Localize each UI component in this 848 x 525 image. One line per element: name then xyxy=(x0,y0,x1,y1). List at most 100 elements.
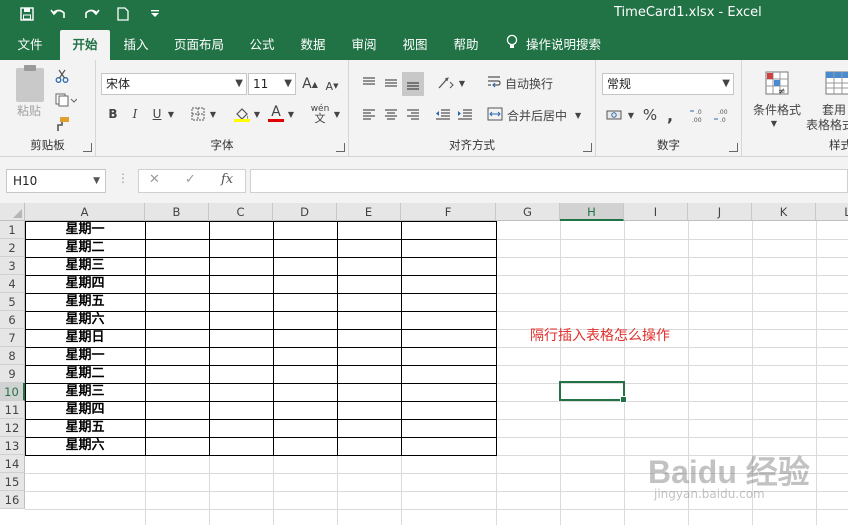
tab-review[interactable]: 审阅 xyxy=(346,30,382,60)
column-header-i[interactable]: I xyxy=(624,203,688,221)
tab-home[interactable]: 开始 xyxy=(60,30,110,60)
decrease-indent-icon[interactable] xyxy=(433,104,453,126)
worksheet-grid[interactable]: A B C D E F G H I J K L 1 2 3 4 5 6 7 8 … xyxy=(0,203,848,525)
tab-view[interactable]: 视图 xyxy=(397,30,433,60)
cancel-icon[interactable]: ✕ xyxy=(149,172,160,187)
cell-a12[interactable]: 星期五 xyxy=(25,419,145,437)
borders-icon[interactable] xyxy=(188,104,208,124)
row-header-selected[interactable]: 10 xyxy=(0,383,25,401)
align-left-icon[interactable] xyxy=(359,104,379,126)
font-launcher-icon[interactable] xyxy=(336,143,345,152)
row-header[interactable]: 5 xyxy=(0,293,25,311)
tab-data[interactable]: 数据 xyxy=(295,30,331,60)
accounting-dropdown-icon[interactable]: ▼ xyxy=(626,104,636,126)
cell-a3[interactable]: 星期三 xyxy=(25,257,145,275)
column-header-c[interactable]: C xyxy=(209,203,273,221)
redo-icon[interactable] xyxy=(82,4,100,24)
column-header-b[interactable]: B xyxy=(145,203,209,221)
underline-button[interactable]: U xyxy=(148,104,166,124)
column-header-j[interactable]: J xyxy=(688,203,752,221)
row-header[interactable]: 1 xyxy=(0,221,25,239)
selected-cell-h10[interactable] xyxy=(559,381,627,403)
formula-input[interactable] xyxy=(250,169,848,193)
number-format-select[interactable]: 常规 ▼ xyxy=(602,73,734,95)
column-header-l[interactable]: L xyxy=(816,203,848,221)
row-header[interactable]: 11 xyxy=(0,401,25,419)
cell-a1[interactable]: 星期一 xyxy=(25,221,145,239)
column-header-d[interactable]: D xyxy=(273,203,337,221)
column-header-f[interactable]: F xyxy=(401,203,496,221)
align-bottom-icon[interactable] xyxy=(402,72,424,96)
row-header[interactable]: 13 xyxy=(0,437,25,455)
borders-dropdown-icon[interactable]: ▼ xyxy=(208,104,218,124)
format-as-table-label-2[interactable]: 表格格式 xyxy=(806,116,848,132)
increase-indent-icon[interactable] xyxy=(455,104,475,126)
cell-a5[interactable]: 星期五 xyxy=(25,293,145,311)
undo-icon[interactable] xyxy=(50,4,68,24)
format-painter-icon[interactable] xyxy=(52,114,72,134)
customize-icon[interactable] xyxy=(146,4,164,24)
cell-a13[interactable]: 星期六 xyxy=(25,437,145,455)
cell-a4[interactable]: 星期四 xyxy=(25,275,145,293)
tab-formulas[interactable]: 公式 xyxy=(244,30,280,60)
orientation-dropdown-icon[interactable]: ▼ xyxy=(457,72,467,94)
name-box[interactable]: H10 ▼ xyxy=(6,169,106,193)
paste-icon[interactable] xyxy=(16,65,44,102)
cut-icon[interactable] xyxy=(52,66,72,86)
merge-center-button[interactable]: 合并后居中 ▼ xyxy=(487,104,587,126)
merge-dropdown-icon[interactable]: ▼ xyxy=(575,111,581,120)
column-header-e[interactable]: E xyxy=(337,203,401,221)
column-header-g[interactable]: G xyxy=(496,203,560,221)
column-header-k[interactable]: K xyxy=(752,203,816,221)
conditional-dropdown-icon[interactable]: ▼ xyxy=(768,116,780,130)
select-all-button[interactable] xyxy=(0,203,25,221)
row-header[interactable]: 16 xyxy=(0,491,25,509)
decrease-decimal-icon[interactable]: .00.0 xyxy=(712,104,734,126)
comma-button[interactable]: , xyxy=(662,104,678,126)
align-right-icon[interactable] xyxy=(403,104,423,126)
fill-color-dropdown-icon[interactable]: ▼ xyxy=(252,104,262,124)
alignment-launcher-icon[interactable] xyxy=(583,143,592,152)
align-center-icon[interactable] xyxy=(381,104,401,126)
formula-bar-grip-icon[interactable]: ⋮ xyxy=(117,171,129,185)
phonetic-guide-button[interactable]: wén 文 xyxy=(308,102,332,124)
tell-me-search[interactable]: 操作说明搜索 xyxy=(506,30,601,60)
cell-a9[interactable]: 星期二 xyxy=(25,365,145,383)
font-name-select[interactable]: 宋体 ▼ xyxy=(101,73,247,95)
percent-button[interactable]: % xyxy=(640,104,660,126)
tab-file[interactable]: 文件 xyxy=(14,30,46,60)
cell-a11[interactable]: 星期四 xyxy=(25,401,145,419)
row-header[interactable]: 7 xyxy=(0,329,25,347)
new-icon[interactable] xyxy=(114,4,132,24)
insert-function-button[interactable]: fx xyxy=(221,172,233,187)
cell-a10[interactable]: 星期三 xyxy=(25,383,145,401)
align-top-icon[interactable] xyxy=(359,72,379,94)
copy-icon[interactable] xyxy=(52,90,80,110)
accounting-format-icon[interactable] xyxy=(604,104,626,126)
format-as-table-icon[interactable] xyxy=(820,68,848,100)
clipboard-launcher-icon[interactable] xyxy=(83,143,92,152)
bold-button[interactable]: B xyxy=(104,104,122,124)
conditional-formatting-icon[interactable]: ≠ xyxy=(760,68,794,100)
row-header[interactable]: 6 xyxy=(0,311,25,329)
cell-a8[interactable]: 星期一 xyxy=(25,347,145,365)
font-color-dropdown-icon[interactable]: ▼ xyxy=(286,104,296,124)
row-header[interactable]: 2 xyxy=(0,239,25,257)
row-header[interactable]: 15 xyxy=(0,473,25,491)
underline-dropdown-icon[interactable]: ▼ xyxy=(166,104,176,124)
cell-a2[interactable]: 星期二 xyxy=(25,239,145,257)
wrap-text-button[interactable]: 自动换行 xyxy=(487,72,587,94)
row-header[interactable]: 3 xyxy=(0,257,25,275)
number-launcher-icon[interactable] xyxy=(729,143,738,152)
row-header[interactable]: 9 xyxy=(0,365,25,383)
row-header[interactable]: 8 xyxy=(0,347,25,365)
row-header[interactable]: 14 xyxy=(0,455,25,473)
tab-help[interactable]: 帮助 xyxy=(448,30,484,60)
row-header[interactable]: 4 xyxy=(0,275,25,293)
tab-insert[interactable]: 插入 xyxy=(118,30,154,60)
column-header-h[interactable]: H xyxy=(560,203,624,221)
column-header-a[interactable]: A xyxy=(25,203,145,221)
enter-icon[interactable]: ✓ xyxy=(185,172,196,187)
font-size-select[interactable]: 11 ▼ xyxy=(248,73,296,95)
grow-font-button[interactable]: A ▲ xyxy=(302,74,318,94)
